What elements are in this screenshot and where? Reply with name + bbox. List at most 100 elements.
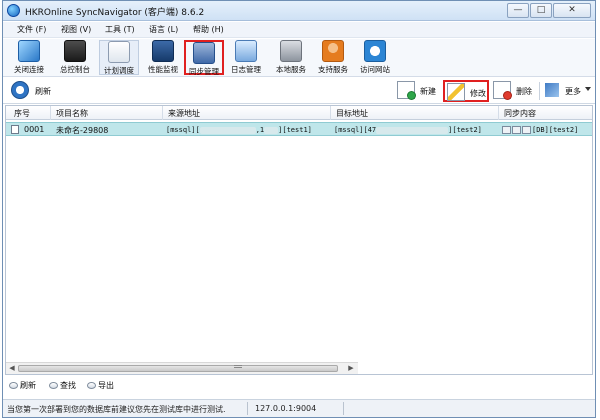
toolbar-label: 本地服务 (276, 65, 306, 74)
toolbar-close-connection[interactable]: 关闭连接 (9, 40, 49, 75)
toolbar-label: 日志管理 (231, 65, 261, 74)
bottom-refresh-button[interactable]: 刷新 (9, 380, 36, 391)
bottom-export-button[interactable]: 导出 (87, 380, 114, 391)
toolbar-label: 同步管理 (189, 67, 219, 76)
edit-pencil-icon (447, 83, 465, 101)
minimize-button[interactable]: — (507, 3, 529, 18)
export-icon (87, 382, 96, 389)
sync-project-table: 序号 项目名称 来源地址 目标地址 同步内容 0001 未命名-29808 [m… (5, 105, 593, 375)
database-icon (522, 126, 531, 134)
delete-label: 删除 (516, 87, 532, 96)
column-divider[interactable] (50, 106, 51, 120)
cell-sync-content: [DB][test2] (502, 126, 578, 134)
toolbar-label: 访问网站 (360, 65, 390, 74)
source-mid: ,1 (255, 126, 265, 134)
new-label: 新建 (420, 87, 436, 96)
log-icon (235, 40, 257, 62)
scrollbar-thumb[interactable] (18, 365, 338, 372)
app-logo-icon (7, 4, 20, 17)
toolbar-label: 计划调度 (104, 66, 134, 75)
action-toolbar: 刷新 新建 修改 删除 更多 (3, 78, 595, 104)
close-button[interactable]: ✕ (553, 3, 591, 18)
menu-file[interactable]: 文件 (F) (17, 24, 46, 35)
new-button[interactable]: 新建 (395, 80, 441, 102)
redacted-text (376, 126, 449, 134)
toolbar-sync-manage[interactable]: 同步管理 (184, 40, 224, 76)
toolbar-schedule[interactable]: 计划调度 (99, 40, 139, 75)
cell-index: 0001 (24, 125, 45, 134)
edit-button[interactable]: 修改 (443, 80, 489, 102)
search-icon (49, 382, 58, 389)
cell-project-name: 未命名-29808 (56, 126, 109, 135)
main-window: HKROnline SyncNavigator (客户端) 8.6.2 — □ … (2, 0, 596, 418)
refresh-icon (11, 81, 29, 99)
horizontal-scrollbar[interactable]: ◀ ▶ (6, 362, 358, 374)
bottom-refresh-label: 刷新 (20, 381, 36, 390)
monitor-icon (64, 40, 86, 62)
column-divider[interactable] (498, 106, 499, 120)
schedule-icon (108, 41, 130, 63)
toolbar-console[interactable]: 总控制台 (55, 40, 95, 75)
toolbar-label: 关闭连接 (14, 65, 44, 74)
bottom-find-button[interactable]: 查找 (49, 380, 76, 391)
source-suffix: ][test1] (278, 126, 312, 134)
edit-label: 修改 (470, 89, 486, 98)
toolbar-label: 支持服务 (318, 65, 348, 74)
table-row[interactable]: 0001 未命名-29808 [mssql][ ,1 ][test1] [mssql… (6, 122, 592, 136)
column-header-target[interactable]: 目标地址 (336, 108, 368, 119)
document-icon (11, 125, 19, 134)
web-icon (364, 40, 386, 62)
more-label: 更多 (565, 87, 581, 96)
server-icon (280, 40, 302, 62)
source-prefix: [mssql][ (166, 126, 200, 134)
menu-help[interactable]: 帮助 (H) (193, 24, 224, 35)
scrollbar-grip-icon (234, 365, 242, 368)
toolbar-log-manage[interactable]: 日志管理 (226, 40, 266, 75)
bottom-button-bar: 刷新 查找 导出 (5, 378, 357, 394)
cell-target-address: [mssql][47 ][test2] (334, 126, 482, 134)
target-prefix: [mssql][47 (334, 126, 377, 134)
redacted-text (199, 126, 256, 134)
tools-icon (545, 83, 559, 97)
sql-icon (502, 126, 511, 134)
add-badge-icon (407, 91, 416, 100)
toolbar-performance[interactable]: 性能监视 (143, 40, 183, 75)
remove-badge-icon (503, 91, 512, 100)
chevron-down-icon (585, 87, 591, 91)
title-bar: HKROnline SyncNavigator (客户端) 8.6.2 — □ … (3, 1, 595, 21)
scroll-left-icon[interactable]: ◀ (7, 364, 17, 373)
status-divider (343, 402, 344, 415)
column-header-source[interactable]: 来源地址 (168, 108, 200, 119)
bottom-find-label: 查找 (60, 381, 76, 390)
maximize-button[interactable]: □ (530, 3, 552, 18)
toolbar-visit-website[interactable]: 访问网站 (355, 40, 395, 75)
refresh-icon (9, 382, 18, 389)
plug-icon (18, 40, 40, 62)
delete-button[interactable]: 删除 (491, 80, 537, 102)
scroll-right-icon[interactable]: ▶ (346, 364, 356, 373)
bottom-export-label: 导出 (98, 381, 114, 390)
column-divider[interactable] (330, 106, 331, 120)
refresh-button[interactable]: 刷新 (11, 81, 71, 101)
refresh-label: 刷新 (35, 87, 51, 96)
toolbar-label: 性能监视 (148, 65, 178, 74)
window-title: HKROnline SyncNavigator (客户端) 8.6.2 (25, 8, 205, 18)
target-suffix: ][test2] (448, 126, 482, 134)
column-header-index[interactable]: 序号 (14, 108, 30, 119)
sync-manage-icon (193, 42, 215, 64)
column-header-name[interactable]: 项目名称 (56, 108, 88, 119)
column-header-sync-content[interactable]: 同步内容 (504, 108, 536, 119)
more-button[interactable]: 更多 (543, 80, 593, 102)
server-address: 127.0.0.1:9004 (255, 404, 317, 413)
menu-view[interactable]: 视图 (V) (61, 24, 91, 35)
support-person-icon (322, 40, 344, 62)
performance-icon (152, 40, 174, 62)
cell-source-address: [mssql][ ,1 ][test1] (166, 126, 312, 134)
status-message: 当您第一次部署到您的数据库前建议您先在测试库中进行测试. (7, 405, 226, 414)
menu-language[interactable]: 语言 (L) (149, 24, 178, 35)
toolbar-local-service[interactable]: 本地服务 (271, 40, 311, 75)
status-bar: 当您第一次部署到您的数据库前建议您先在测试库中进行测试. 127.0.0.1:9… (3, 399, 595, 417)
column-divider[interactable] (162, 106, 163, 120)
toolbar-support-service[interactable]: 支持服务 (313, 40, 353, 75)
menu-tools[interactable]: 工具 (T) (105, 24, 135, 35)
